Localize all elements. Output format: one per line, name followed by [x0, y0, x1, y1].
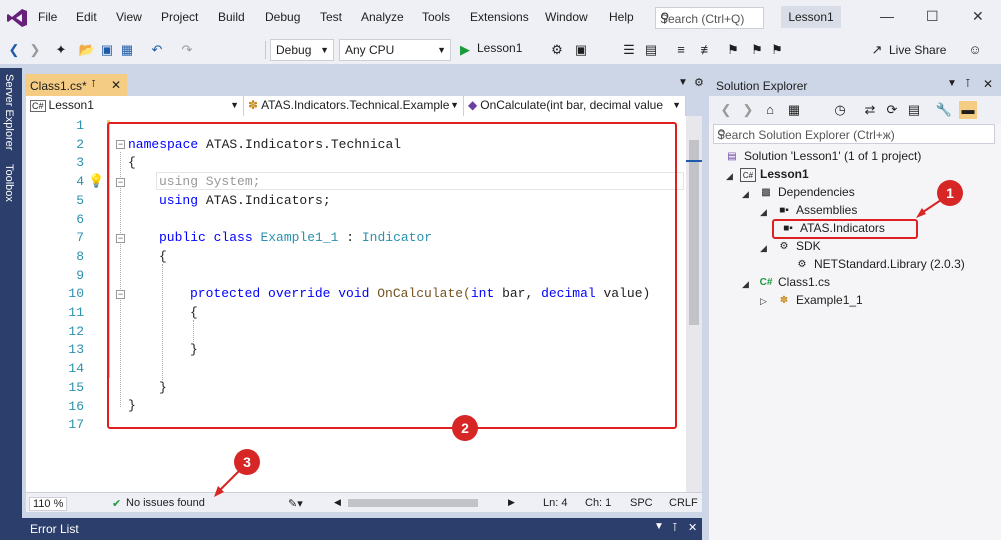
badge-2: 2 [452, 415, 478, 441]
arrow-3 [217, 469, 241, 493]
annotation-arrows [214, 197, 945, 497]
badge-1: 1 [937, 180, 963, 206]
badge-3: 3 [234, 449, 260, 475]
arrowhead-1 [916, 208, 926, 218]
